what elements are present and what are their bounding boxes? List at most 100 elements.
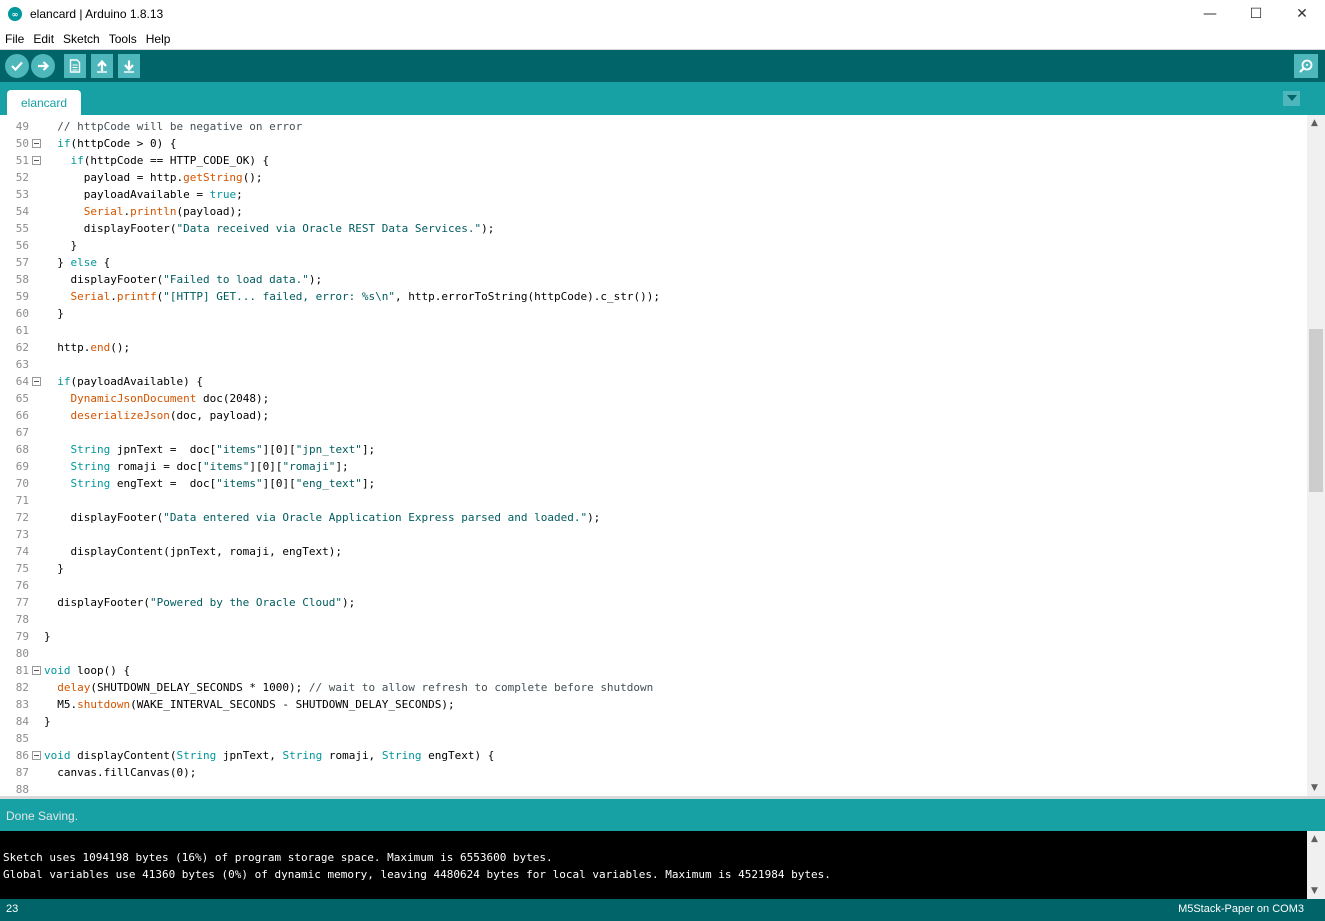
code-text[interactable]: displayContent(jpnText, romaji, engText)… (44, 545, 342, 558)
code-line[interactable]: 79} (0, 628, 1305, 645)
console-scrollbar[interactable]: ▲ ▼ (1307, 831, 1325, 899)
code-line[interactable]: 65 DynamicJsonDocument doc(2048); (0, 390, 1305, 407)
code-line[interactable]: 54 Serial.println(payload); (0, 203, 1305, 220)
upload-button[interactable] (31, 54, 55, 78)
menu-sketch[interactable]: Sketch (59, 32, 104, 46)
code-line[interactable]: 61 (0, 322, 1305, 339)
scroll-down-icon[interactable]: ▼ (1311, 783, 1318, 793)
code-line[interactable]: 82 delay(SHUTDOWN_DELAY_SECONDS * 1000);… (0, 679, 1305, 696)
code-text[interactable]: } (44, 562, 64, 575)
code-line[interactable]: 58 displayFooter("Failed to load data.")… (0, 271, 1305, 288)
code-line[interactable]: 68 String jpnText = doc["items"][0]["jpn… (0, 441, 1305, 458)
code-text[interactable]: delay(SHUTDOWN_DELAY_SECONDS * 1000); //… (44, 681, 653, 694)
code-text[interactable]: http.end(); (44, 341, 130, 354)
code-text[interactable]: canvas.fillCanvas(0); (44, 766, 196, 779)
code-line[interactable]: 78 (0, 611, 1305, 628)
code-text[interactable]: if(httpCode > 0) { (44, 137, 176, 150)
code-line[interactable]: 71 (0, 492, 1305, 509)
code-line[interactable]: 77 displayFooter("Powered by the Oracle … (0, 594, 1305, 611)
code-line[interactable]: 55 displayFooter("Data received via Orac… (0, 220, 1305, 237)
code-text[interactable]: } else { (44, 256, 110, 269)
code-text[interactable]: String romaji = doc["items"][0]["romaji"… (44, 460, 349, 473)
code-line[interactable]: 84} (0, 713, 1305, 730)
minimize-button[interactable]: — (1187, 0, 1233, 28)
code-text[interactable]: // httpCode will be negative on error (44, 120, 302, 133)
code-line[interactable]: 72 displayFooter("Data entered via Oracl… (0, 509, 1305, 526)
scroll-up-icon[interactable]: ▲ (1311, 118, 1318, 128)
code-line[interactable]: 70 String engText = doc["items"][0]["eng… (0, 475, 1305, 492)
maximize-button[interactable]: ☐ (1233, 0, 1279, 28)
code-line[interactable]: 76 (0, 577, 1305, 594)
code-line[interactable]: 57 } else { (0, 254, 1305, 271)
fold-toggle-icon[interactable] (32, 751, 41, 760)
code-line[interactable]: 69 String romaji = doc["items"][0]["roma… (0, 458, 1305, 475)
code-line[interactable]: 53 payloadAvailable = true; (0, 186, 1305, 203)
code-text[interactable]: Serial.printf("[HTTP] GET... failed, err… (44, 290, 660, 303)
code-text[interactable]: String jpnText = doc["items"][0]["jpn_te… (44, 443, 376, 456)
code-line[interactable]: 85 (0, 730, 1305, 747)
code-text[interactable]: deserializeJson(doc, payload); (44, 409, 270, 422)
serial-monitor-button[interactable] (1294, 54, 1318, 78)
menu-tools[interactable]: Tools (105, 32, 141, 46)
code-text[interactable]: payloadAvailable = true; (44, 188, 243, 201)
scroll-down-icon[interactable]: ▼ (1311, 886, 1318, 896)
code-line[interactable]: 59 Serial.printf("[HTTP] GET... failed, … (0, 288, 1305, 305)
code-text[interactable]: } (44, 239, 77, 252)
code-line[interactable]: 62 http.end(); (0, 339, 1305, 356)
code-editor[interactable]: 49 // httpCode will be negative on error… (0, 115, 1325, 796)
code-text[interactable]: M5.shutdown(WAKE_INTERVAL_SECONDS - SHUT… (44, 698, 454, 711)
close-button[interactable]: ✕ (1279, 0, 1325, 28)
code-line[interactable]: 56 } (0, 237, 1305, 254)
editor-scrollbar[interactable]: ▲ ▼ (1307, 115, 1325, 796)
menu-help[interactable]: Help (142, 32, 175, 46)
fold-toggle-icon[interactable] (32, 666, 41, 675)
code-line[interactable]: 67 (0, 424, 1305, 441)
tab-menu-button[interactable] (1283, 91, 1300, 106)
code-area[interactable]: 49 // httpCode will be negative on error… (0, 118, 1305, 796)
open-button[interactable] (91, 54, 113, 78)
code-text[interactable]: void displayContent(String jpnText, Stri… (44, 749, 494, 762)
scroll-up-icon[interactable]: ▲ (1311, 834, 1318, 844)
code-text[interactable]: void loop() { (44, 664, 130, 677)
code-line[interactable]: 73 (0, 526, 1305, 543)
new-button[interactable] (64, 54, 86, 78)
verify-button[interactable] (5, 54, 29, 78)
code-line[interactable]: 51 if(httpCode == HTTP_CODE_OK) { (0, 152, 1305, 169)
code-text[interactable]: String engText = doc["items"][0]["eng_te… (44, 477, 376, 490)
code-text[interactable]: } (44, 307, 64, 320)
menu-edit[interactable]: Edit (29, 32, 58, 46)
fold-toggle-icon[interactable] (32, 156, 41, 165)
code-line[interactable]: 49 // httpCode will be negative on error (0, 118, 1305, 135)
code-line[interactable]: 80 (0, 645, 1305, 662)
fold-toggle-icon[interactable] (32, 377, 41, 386)
code-line[interactable]: 87 canvas.fillCanvas(0); (0, 764, 1305, 781)
code-line[interactable]: 74 displayContent(jpnText, romaji, engTe… (0, 543, 1305, 560)
code-text[interactable]: payload = http.getString(); (44, 171, 263, 184)
save-button[interactable] (118, 54, 140, 78)
menu-file[interactable]: File (1, 32, 28, 46)
code-text[interactable]: if(httpCode == HTTP_CODE_OK) { (44, 154, 270, 167)
code-text[interactable]: Serial.println(payload); (44, 205, 243, 218)
code-text[interactable]: } (44, 715, 51, 728)
code-line[interactable]: 60 } (0, 305, 1305, 322)
code-text[interactable]: displayFooter("Powered by the Oracle Clo… (44, 596, 355, 609)
code-line[interactable]: 81 void loop() { (0, 662, 1305, 679)
code-line[interactable]: 64 if(payloadAvailable) { (0, 373, 1305, 390)
tab-elancard[interactable]: elancard (7, 90, 81, 115)
code-line[interactable]: 86 void displayContent(String jpnText, St… (0, 747, 1305, 764)
scrollbar-thumb[interactable] (1309, 329, 1323, 492)
code-line[interactable]: 66 deserializeJson(doc, payload); (0, 407, 1305, 424)
code-text[interactable]: if(payloadAvailable) { (44, 375, 203, 388)
code-line[interactable]: 50 if(httpCode > 0) { (0, 135, 1305, 152)
code-text[interactable]: displayFooter("Data received via Oracle … (44, 222, 495, 235)
code-text[interactable]: displayFooter("Failed to load data."); (44, 273, 322, 286)
code-text[interactable]: DynamicJsonDocument doc(2048); (44, 392, 270, 405)
code-text[interactable]: } (44, 630, 51, 643)
code-line[interactable]: 75 } (0, 560, 1305, 577)
code-text[interactable]: displayFooter("Data entered via Oracle A… (44, 511, 600, 524)
code-line[interactable]: 52 payload = http.getString(); (0, 169, 1305, 186)
code-line[interactable]: 83 M5.shutdown(WAKE_INTERVAL_SECONDS - S… (0, 696, 1305, 713)
fold-toggle-icon[interactable] (32, 139, 41, 148)
code-line[interactable]: 63 (0, 356, 1305, 373)
code-line[interactable]: 88 (0, 781, 1305, 796)
